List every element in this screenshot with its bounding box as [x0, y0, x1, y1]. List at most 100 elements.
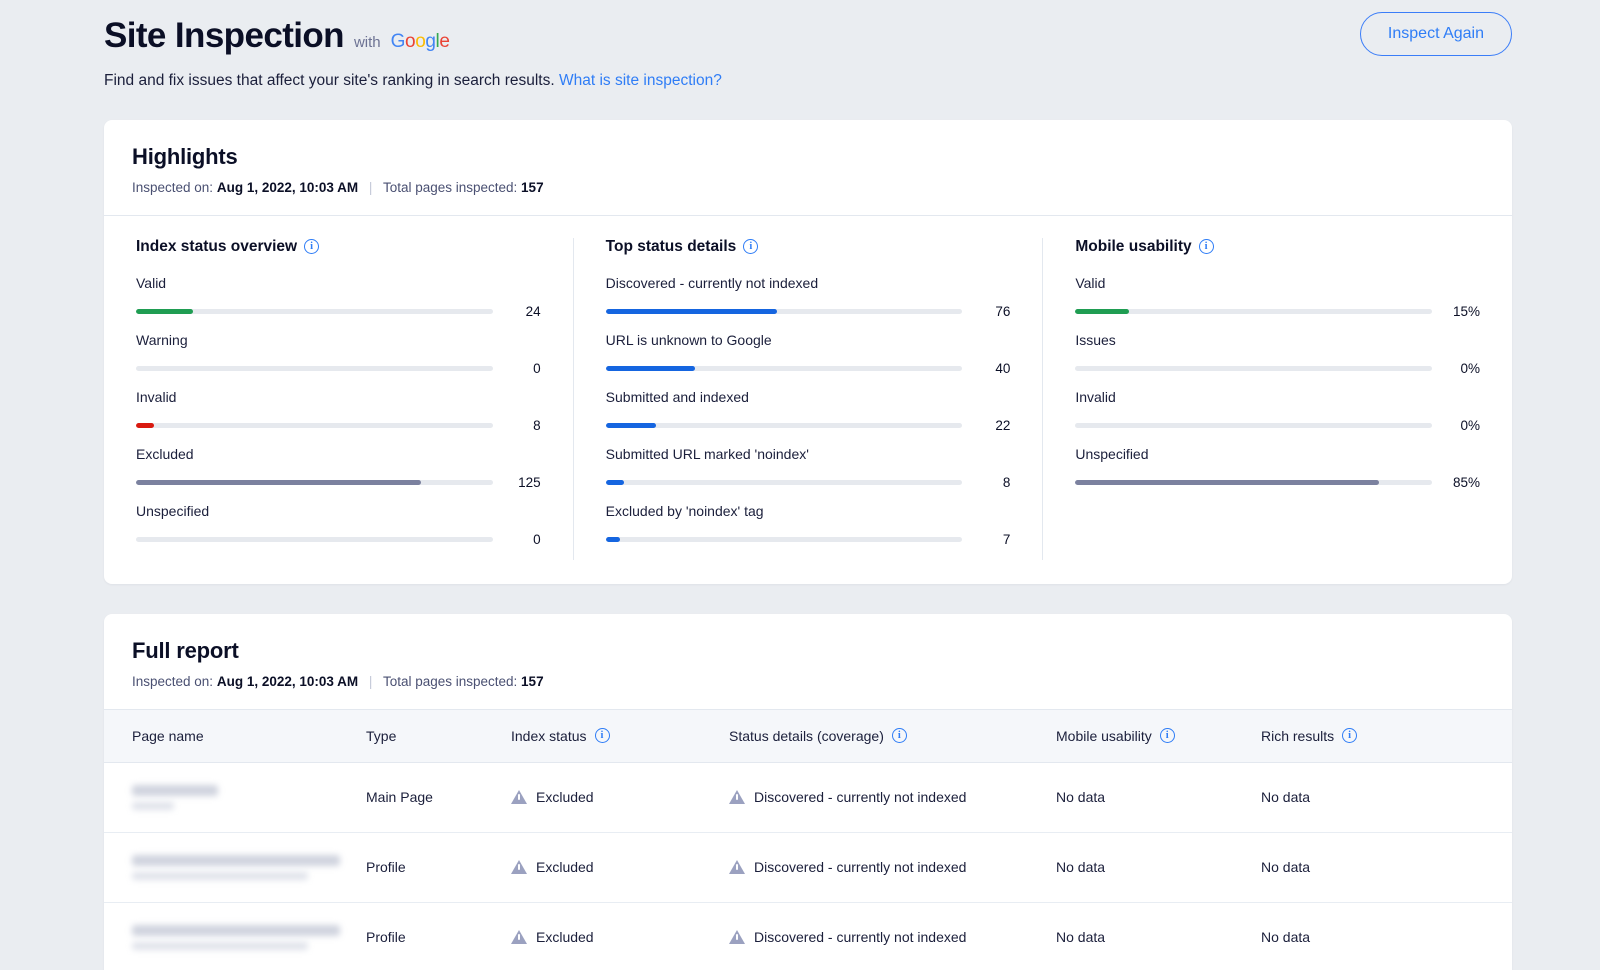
highlights-columns: Index status overview i Valid 24 Warning… — [104, 216, 1512, 584]
column-header-label: Type — [366, 728, 396, 744]
metric-value: 0% — [1446, 361, 1480, 376]
info-icon[interactable]: i — [892, 728, 907, 743]
info-icon[interactable]: i — [595, 728, 610, 743]
metric-row: Submitted URL marked 'noindex' 8 — [606, 446, 1011, 490]
column-header-type[interactable]: Type — [354, 709, 499, 762]
column-header-mobile-usability[interactable]: Mobile usabilityi — [1044, 709, 1249, 762]
cell-status-details-label: Discovered - currently not indexed — [754, 929, 966, 945]
metric-bar-fill — [136, 423, 154, 428]
column-header-label: Rich results — [1261, 728, 1334, 744]
warning-triangle-icon — [511, 790, 527, 804]
cell-type: Main Page — [354, 762, 499, 832]
warning-triangle-icon — [511, 930, 527, 944]
title-block: Site Inspection with Google Find and fix… — [104, 12, 722, 90]
page-subtitle: Find and fix issues that affect your sit… — [104, 72, 722, 90]
table-body: Main Page Excluded Discovered - currentl… — [104, 762, 1512, 970]
full-report-meta: Inspected on: Aug 1, 2022, 10:03 AM | To… — [132, 674, 1484, 689]
column-title: Index status overview — [136, 238, 297, 256]
column-header-rich-results[interactable]: Rich results i — [1249, 709, 1512, 762]
column-header: Index status overview i — [136, 238, 541, 256]
google-logo: Google — [391, 31, 450, 53]
metric-bar-track — [606, 480, 963, 485]
inspect-again-button[interactable]: Inspect Again — [1360, 12, 1512, 56]
metric-value: 8 — [976, 475, 1010, 490]
metric-row: Issues 0% — [1075, 332, 1480, 376]
warning-triangle-icon — [729, 790, 745, 804]
cell-type: Profile — [354, 832, 499, 902]
metric-bar-fill — [606, 480, 624, 485]
page-header: Site Inspection with Google Find and fix… — [0, 0, 1600, 90]
metric-label: Valid — [1075, 275, 1480, 291]
table-row[interactable]: Profile Excluded Discovered - currently … — [104, 832, 1512, 902]
warning-triangle-icon — [729, 860, 745, 874]
highlights-meta: Inspected on: Aug 1, 2022, 10:03 AM | To… — [132, 180, 1484, 195]
metric-row: Excluded by 'noindex' tag 7 — [606, 503, 1011, 547]
metric-label: Unspecified — [136, 503, 541, 519]
info-icon[interactable]: i — [1160, 728, 1175, 743]
highlights-card: Highlights Inspected on: Aug 1, 2022, 10… — [104, 120, 1512, 584]
cell-page-name[interactable] — [104, 762, 354, 832]
metric-value: 8 — [507, 418, 541, 433]
google-letter-e: e — [439, 31, 449, 52]
table-row[interactable]: Profile Excluded Discovered - currently … — [104, 902, 1512, 970]
cell-status-details-label: Discovered - currently not indexed — [754, 789, 966, 805]
cell-index-status-label: Excluded — [536, 859, 594, 875]
metric-bar-track — [606, 309, 963, 314]
table-header-row: Page name Type Index statusi Status deta… — [104, 709, 1512, 762]
page-title: Site Inspection — [104, 18, 344, 55]
metric-bar-track — [1075, 423, 1432, 428]
info-icon[interactable]: i — [1199, 239, 1214, 254]
metric-bar-fill — [136, 309, 193, 314]
metric-bar-track — [606, 537, 963, 542]
metric-label: Valid — [136, 275, 541, 291]
highlights-total-label: Total pages inspected: — [383, 180, 517, 195]
metric-label: Discovered - currently not indexed — [606, 275, 1011, 291]
column-header-status-details[interactable]: Status details (coverage)i — [717, 709, 1044, 762]
highlights-header: Highlights Inspected on: Aug 1, 2022, 10… — [104, 120, 1512, 215]
google-letter-o1: o — [405, 31, 415, 52]
full-report-inspected-value: Aug 1, 2022, 10:03 AM — [217, 674, 358, 689]
highlights-inspected-label: Inspected on: — [132, 180, 213, 195]
what-is-site-inspection-link[interactable]: What is site inspection? — [559, 72, 722, 89]
metric-row: Invalid 8 — [136, 389, 541, 433]
cell-rich-results: No data — [1249, 762, 1512, 832]
cell-rich-results: No data — [1249, 902, 1512, 970]
metric-value: 15% — [1446, 304, 1480, 319]
full-report-inspected-label: Inspected on: — [132, 674, 213, 689]
info-icon[interactable]: i — [1342, 728, 1357, 743]
meta-separator: | — [369, 180, 373, 195]
metric-row: Excluded 125 — [136, 446, 541, 490]
highlights-total-value: 157 — [521, 180, 544, 195]
metric-value: 40 — [976, 361, 1010, 376]
metric-bar-fill — [1075, 480, 1378, 485]
google-letter-g1: G — [391, 31, 405, 52]
metric-value: 22 — [976, 418, 1010, 433]
metric-row: Valid 15% — [1075, 275, 1480, 319]
metric-label: Submitted URL marked 'noindex' — [606, 446, 1011, 462]
metric-row: URL is unknown to Google 40 — [606, 332, 1011, 376]
metric-row: Invalid 0% — [1075, 389, 1480, 433]
metric-row: Warning 0 — [136, 332, 541, 376]
table-header: Page name Type Index statusi Status deta… — [104, 709, 1512, 762]
metric-bar-track — [606, 366, 963, 371]
metric-bar-track — [1075, 309, 1432, 314]
cell-rich-results: No data — [1249, 832, 1512, 902]
site-inspection-page: Site Inspection with Google Find and fix… — [0, 0, 1600, 970]
metric-label: Excluded — [136, 446, 541, 462]
cell-page-name[interactable] — [104, 902, 354, 970]
metric-label: Unspecified — [1075, 446, 1480, 462]
metric-label: Excluded by 'noindex' tag — [606, 503, 1011, 519]
table-row[interactable]: Main Page Excluded Discovered - currentl… — [104, 762, 1512, 832]
column-header-index-status[interactable]: Index statusi — [499, 709, 717, 762]
metric-bar-track — [136, 423, 493, 428]
info-icon[interactable]: i — [743, 239, 758, 254]
cell-status-details-label: Discovered - currently not indexed — [754, 859, 966, 875]
full-report-total-value: 157 — [521, 674, 544, 689]
info-icon[interactable]: i — [304, 239, 319, 254]
metric-bar-fill — [606, 366, 695, 371]
cell-page-name[interactable] — [104, 832, 354, 902]
column-header-page-name[interactable]: Page name — [104, 709, 354, 762]
cell-status-details: Discovered - currently not indexed — [717, 832, 1044, 902]
with-label: with — [354, 34, 381, 51]
metric-value: 7 — [976, 532, 1010, 547]
